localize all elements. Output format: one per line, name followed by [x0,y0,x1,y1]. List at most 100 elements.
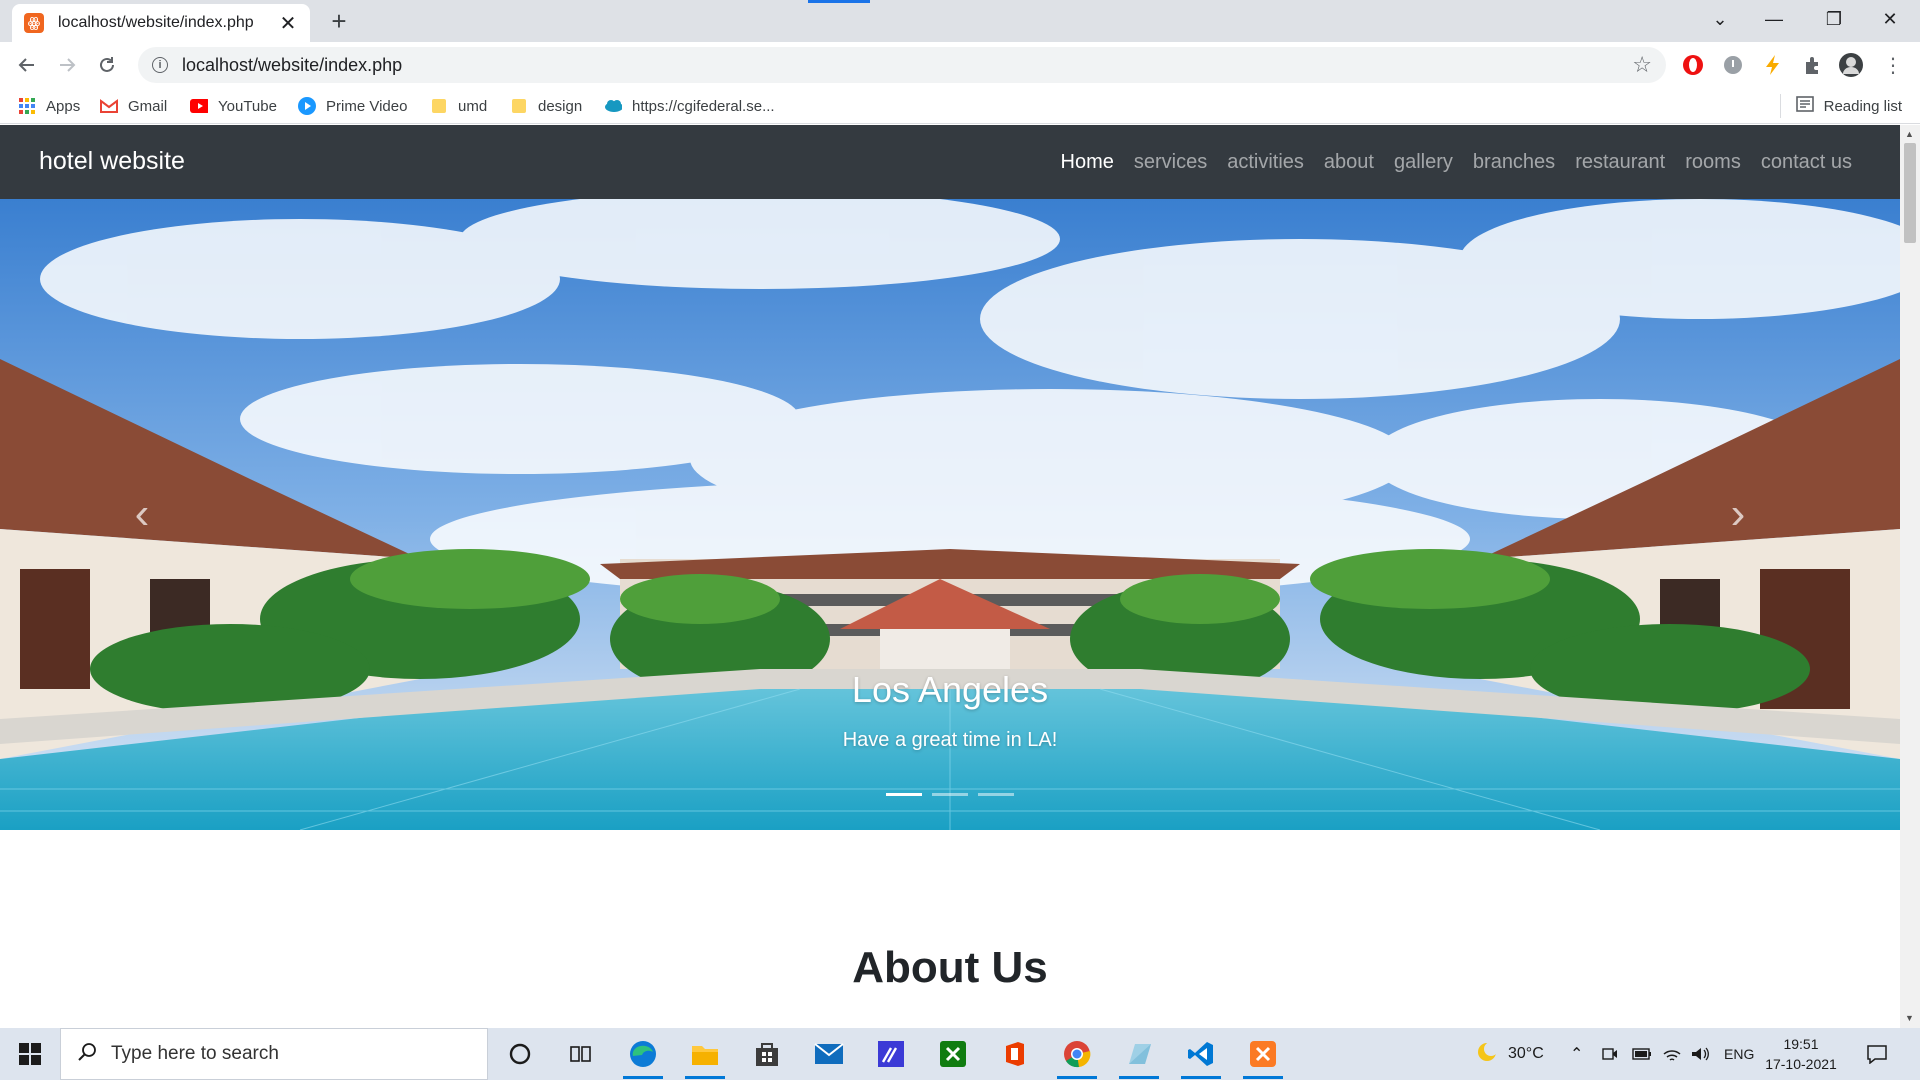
browser-menu-icon[interactable]: ⋮ [1880,52,1906,78]
hero-carousel: ‹ › Los Angeles Have a great time in LA! [0,199,1900,830]
scroll-up-icon[interactable]: ▲ [1905,129,1914,139]
bookmark-star-icon[interactable]: ☆ [1632,52,1652,78]
prime-video-icon [298,97,316,115]
bookmark-label: YouTube [218,97,277,115]
nav-link-branches[interactable]: branches [1473,151,1555,174]
nav-link-about[interactable]: about [1324,151,1374,174]
reload-icon[interactable] [92,50,122,80]
bookmark-cgifederal[interactable]: https://cgifederal.se... [604,94,775,118]
bookmark-label: https://cgifederal.se... [632,97,775,115]
close-window-button[interactable]: ✕ [1862,0,1918,38]
salesforce-cloud-icon [604,97,622,115]
url-text[interactable]: localhost/website/index.php [182,55,1632,76]
page-scrollbar[interactable]: ▲ ▼ [1900,125,1920,1028]
weather-temp: 30°C [1508,1045,1544,1062]
bookmark-umd[interactable]: umd [430,94,487,118]
extensions-puzzle-icon[interactable] [1800,52,1826,78]
tab-search-icon[interactable]: ⌄ [1692,0,1748,38]
apps-grid-icon [18,97,36,115]
notepad-app-icon[interactable] [1119,1036,1159,1072]
nav-link-contact-us[interactable]: contact us [1761,151,1852,174]
nav-link-home[interactable]: Home [1061,151,1114,174]
scrollbar-thumb[interactable] [1904,143,1916,243]
microsoft-store-icon[interactable] [747,1036,787,1072]
taskbar-clock[interactable]: 19:51 17-10-2021 [1756,1034,1846,1074]
bolt-extension-icon[interactable] [1760,52,1786,78]
chrome-icon[interactable] [1057,1036,1097,1072]
profile-avatar[interactable] [1838,52,1864,78]
battery-icon[interactable] [1632,1028,1652,1080]
bookmark-gmail[interactable]: Gmail [100,94,167,118]
office-icon[interactable] [995,1036,1035,1072]
vscode-running-indicator [1181,1076,1221,1079]
xampp-icon[interactable] [1243,1036,1283,1072]
windows-start-icon[interactable] [0,1028,60,1080]
extension-gray-icon[interactable] [1720,52,1746,78]
bookmark-label: Prime Video [326,97,408,115]
nav-link-gallery[interactable]: gallery [1394,151,1453,174]
new-tab-button[interactable]: + [324,6,354,36]
site-info-icon[interactable]: i [152,57,168,73]
bookmarks-divider [1780,94,1781,118]
cortana-icon[interactable] [500,1036,540,1072]
notepad-running-indicator [1119,1076,1159,1079]
xbox-icon[interactable] [933,1036,973,1072]
browser-tab[interactable]: ꙮ localhost/website/index.php ✕ [12,4,310,42]
file-explorer-icon[interactable] [685,1036,725,1072]
folder-icon [510,97,528,115]
carousel-caption-title: Los Angeles [851,669,1049,710]
bookmark-prime-video[interactable]: Prime Video [298,94,407,118]
tab-title: localhost/website/index.php [58,14,254,31]
gmail-icon [100,97,118,115]
restore-button[interactable]: ❐ [1806,0,1862,38]
site-navbar: hotel website Home services activities a… [0,125,1900,199]
chrome-running-indicator [1057,1076,1097,1079]
forward-icon[interactable] [52,50,82,80]
nav-link-services[interactable]: services [1134,151,1207,174]
back-icon[interactable] [12,50,42,80]
volume-icon[interactable] [1690,1028,1710,1080]
scroll-down-icon[interactable]: ▼ [1905,1013,1914,1023]
edge-icon[interactable] [623,1036,663,1072]
site-nav-links: Home services activities about gallery b… [1041,125,1853,199]
bookmarks-bar: Apps Gmail YouTube Prime Video umd desig… [0,88,1920,124]
search-icon [77,1042,97,1067]
minimize-button[interactable]: — [1746,0,1802,38]
carousel-indicator[interactable] [932,793,968,796]
nav-link-activities[interactable]: activities [1227,151,1304,174]
reading-list-button[interactable]: Reading list [1795,94,1902,118]
task-view-icon[interactable] [560,1036,600,1072]
taskbar-search-box[interactable]: Type here to search [60,1028,488,1080]
carousel-prev-icon[interactable]: ‹ [112,489,172,539]
opera-extension-icon[interactable] [1680,52,1706,78]
bookmark-youtube[interactable]: YouTube [190,94,277,118]
input-language[interactable]: ENG [1724,1028,1754,1080]
address-bar[interactable]: i localhost/website/index.php ☆ [138,47,1666,83]
reading-list-label: Reading list [1823,97,1902,115]
taskbar-search-placeholder: Type here to search [111,1043,279,1064]
vscode-icon[interactable] [1181,1036,1221,1072]
carousel-indicator[interactable] [886,793,922,796]
mail-icon[interactable] [809,1036,849,1072]
weather-widget[interactable]: 30°C [1476,1028,1544,1080]
bookmark-label: Apps [46,97,81,115]
youtube-icon [190,97,208,115]
carousel-next-icon[interactable]: › [1708,489,1768,539]
bookmark-apps[interactable]: Apps [18,94,80,118]
carousel-indicator[interactable] [978,793,1014,796]
carousel-caption-subtitle: Have a great time in LA! [842,729,1058,751]
nav-link-restaurant[interactable]: restaurant [1575,151,1665,174]
bookmark-design[interactable]: design [510,94,582,118]
vscode-alt-icon[interactable] [871,1036,911,1072]
meet-now-icon[interactable] [1602,1028,1618,1080]
show-hidden-icons-icon[interactable]: ⌃ [1570,1028,1583,1080]
notifications-icon[interactable] [1866,1028,1888,1080]
clock-date: 17-10-2021 [1765,1056,1837,1072]
site-brand[interactable]: hotel website [39,147,185,176]
bookmark-label: Gmail [128,97,168,115]
wifi-icon[interactable] [1662,1028,1682,1080]
nav-link-rooms[interactable]: rooms [1685,151,1741,174]
xampp-favicon-icon: ꙮ [24,13,44,33]
tab-close-icon[interactable]: ✕ [278,11,298,36]
windows-taskbar: Type here to search 30°C ⌃ ENG 19:51 17-… [0,1028,1920,1080]
